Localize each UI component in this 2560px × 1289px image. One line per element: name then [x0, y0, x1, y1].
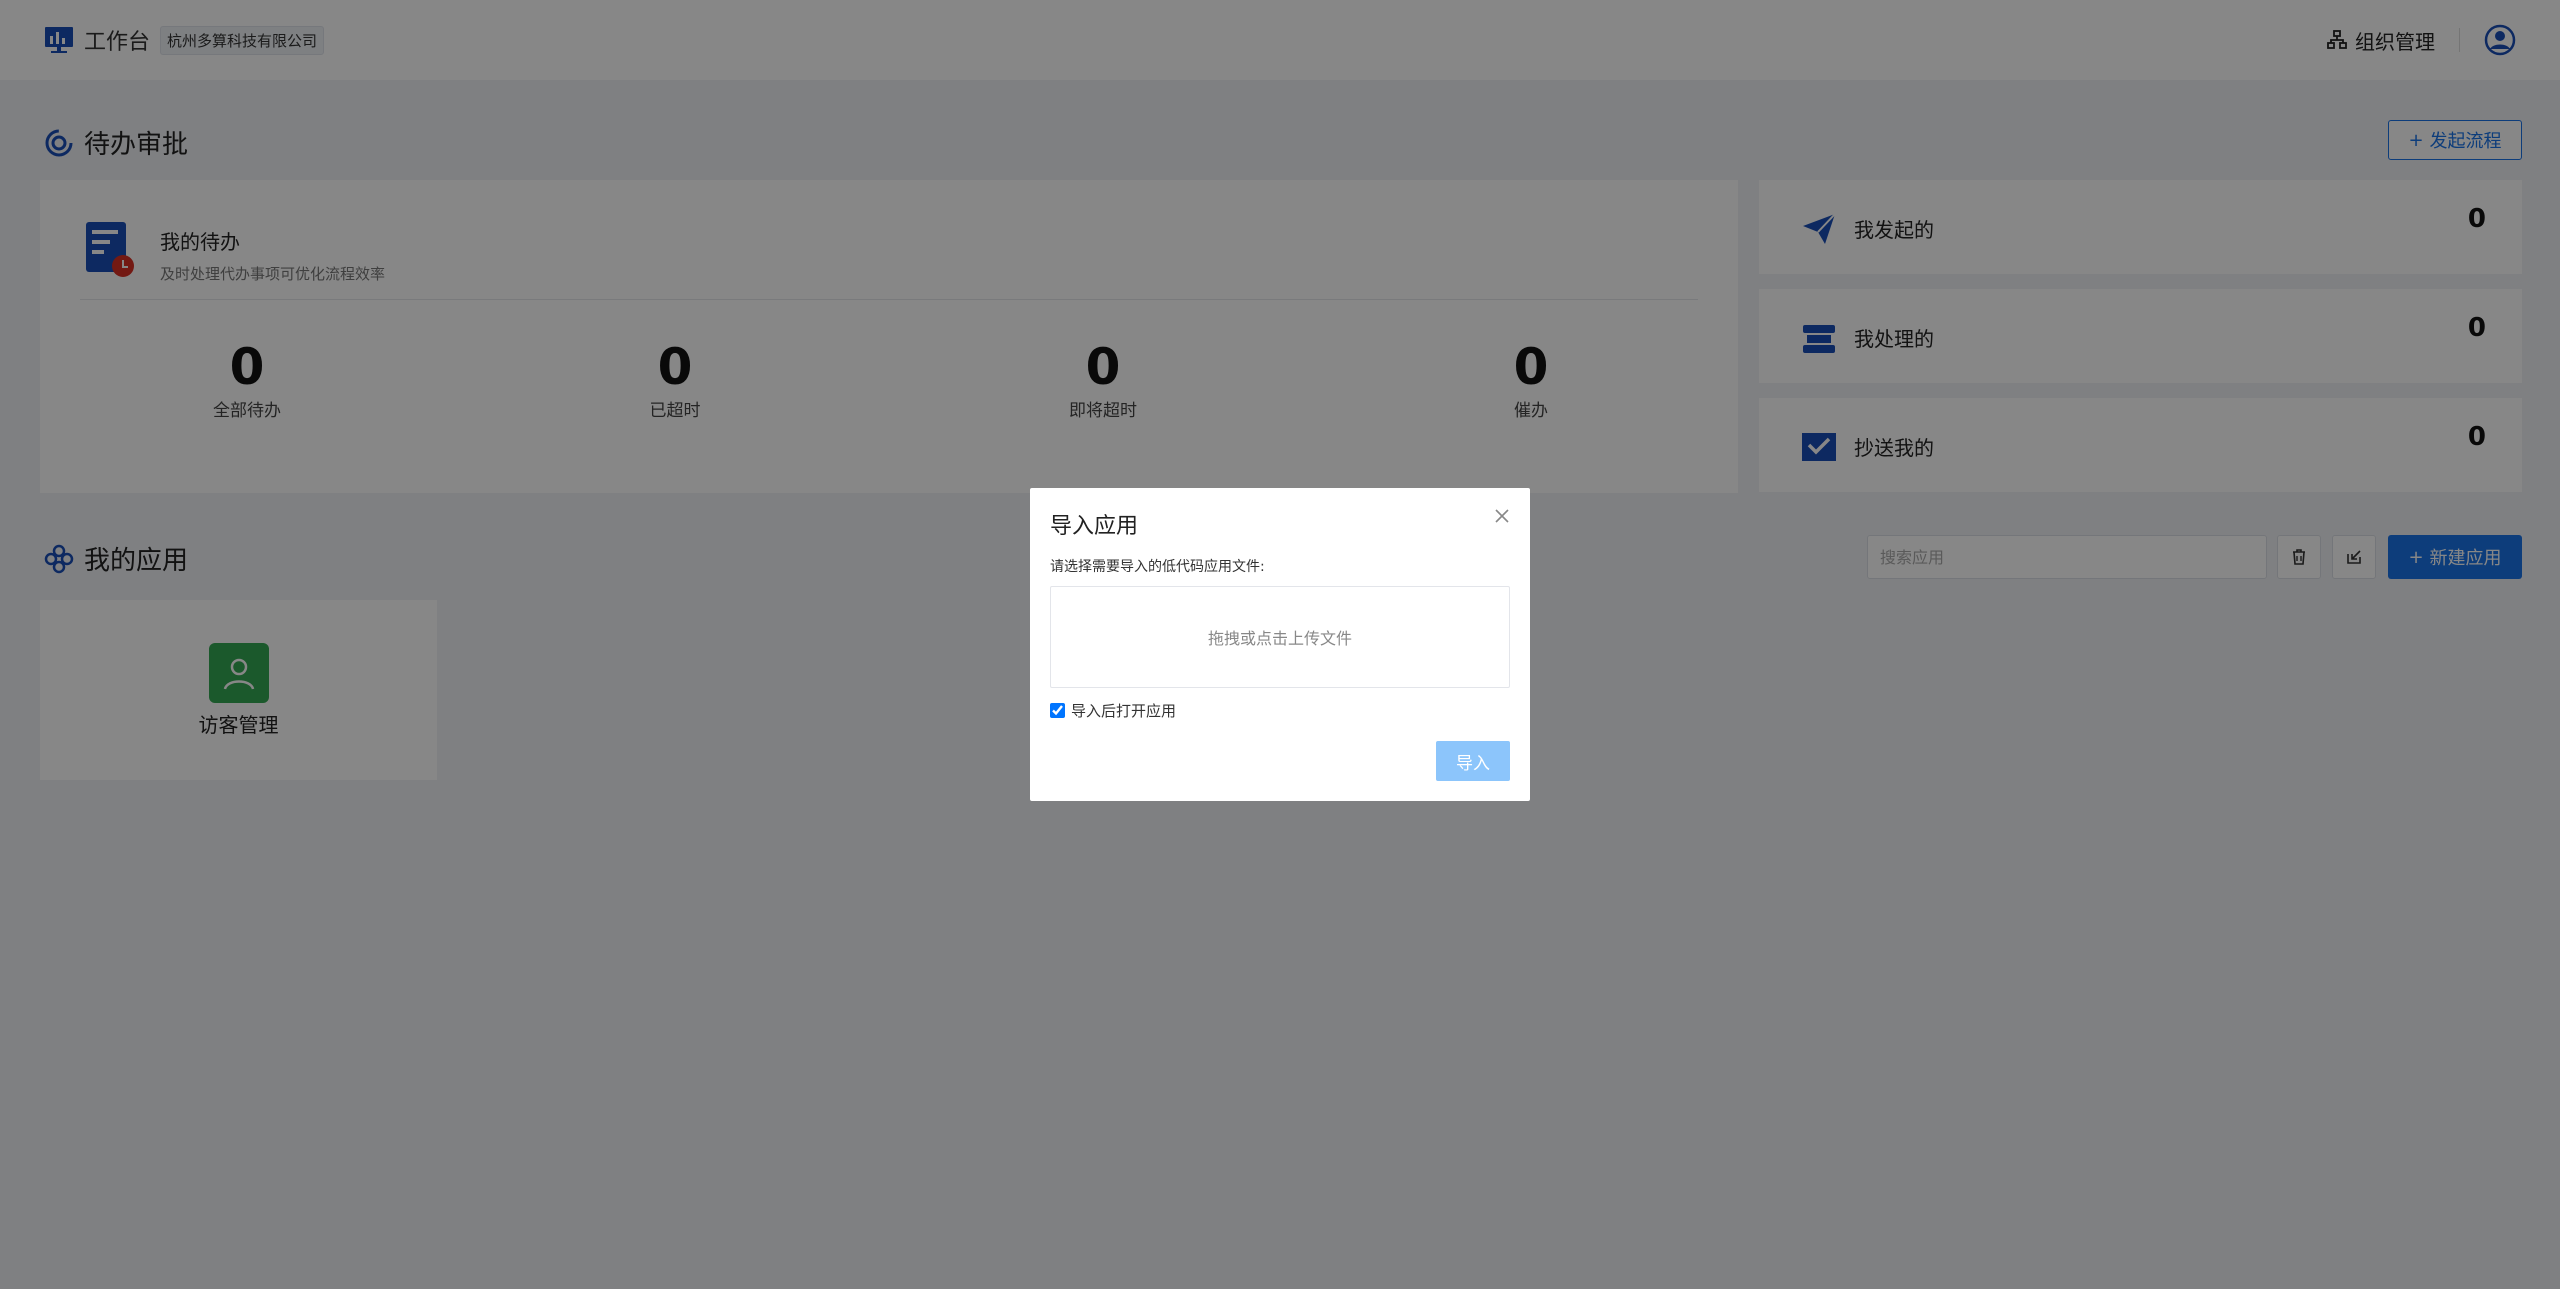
open-after-import-checkbox[interactable]: [1050, 703, 1065, 718]
dialog-description: 请选择需要导入的低代码应用文件:: [1050, 559, 1265, 575]
dialog-title: 导入应用: [1050, 514, 1139, 539]
open-after-import-label: 导入后打开应用: [1071, 702, 1177, 720]
import-button[interactable]: 导入: [1436, 741, 1510, 781]
upload-hint: 拖拽或点击上传文件: [1207, 629, 1352, 648]
import-app-dialog: 导入应用 请选择需要导入的低代码应用文件: 拖拽或点击上传文件 导入后打开应用 …: [1030, 488, 1530, 801]
file-upload-dropzone[interactable]: 拖拽或点击上传文件: [1050, 586, 1510, 688]
close-icon[interactable]: [1494, 508, 1510, 524]
open-after-import-option[interactable]: 导入后打开应用: [1050, 700, 1176, 721]
